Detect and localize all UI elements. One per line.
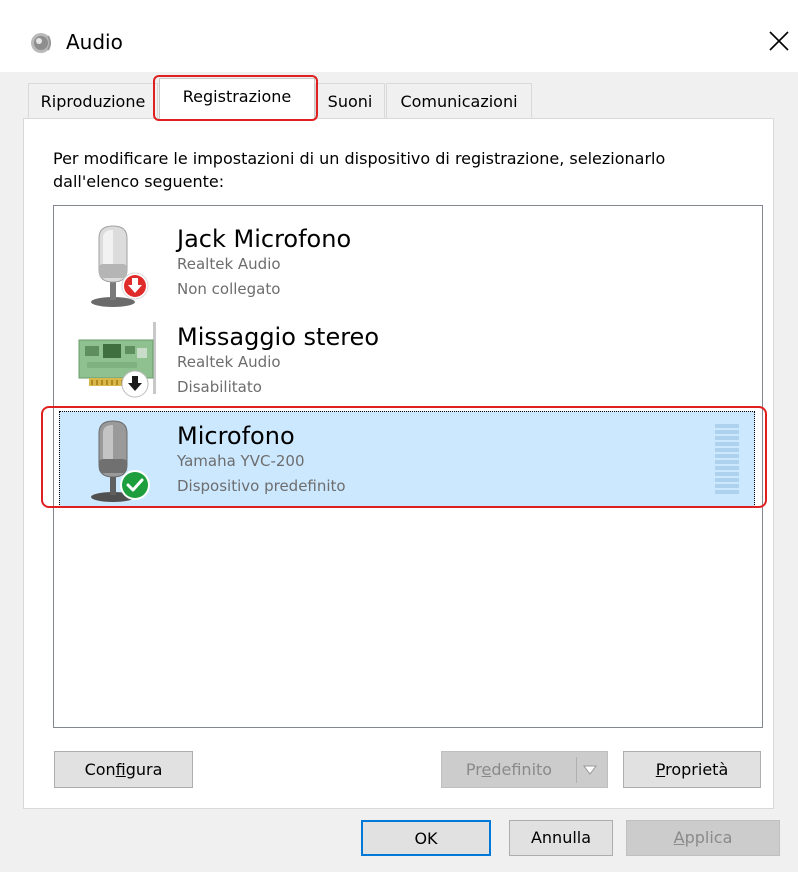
tab-riproduzione[interactable]: Riproduzione	[28, 83, 158, 119]
applica-button[interactable]: Applica	[626, 820, 780, 856]
close-icon	[769, 31, 789, 51]
instruction-text: Per modificare le impostazioni di un dis…	[53, 149, 666, 191]
device-name: Jack Microfono	[177, 225, 352, 253]
predefinito-split-button[interactable]: Predefinito	[441, 751, 608, 788]
device-item-jack-microfono[interactable]: Jack Microfono Realtek Audio Non collega…	[55, 214, 761, 310]
configura-button[interactable]: Configura	[54, 751, 193, 788]
annulla-button[interactable]: Annulla	[509, 820, 613, 856]
device-driver: Realtek Audio	[177, 255, 281, 273]
device-status: Disabilitato	[177, 378, 262, 396]
tab-highlight-box	[153, 75, 318, 121]
device-status: Non collegato	[177, 280, 281, 298]
close-button[interactable]	[760, 22, 798, 60]
device-highlight-box	[41, 406, 767, 508]
window-title: Audio	[66, 30, 123, 54]
chevron-down-icon[interactable]	[580, 762, 600, 778]
speaker-icon	[28, 30, 54, 56]
black-down-arrow-icon	[121, 370, 149, 398]
ok-button[interactable]: OK	[361, 820, 491, 856]
proprieta-button[interactable]: Proprietà	[623, 751, 761, 788]
predefinito-label: Predefinito	[465, 760, 553, 779]
red-down-arrow-icon	[121, 272, 149, 300]
device-driver: Realtek Audio	[177, 353, 281, 371]
tab-suoni[interactable]: Suoni	[315, 83, 385, 119]
split-divider	[576, 757, 577, 783]
tab-comunicazioni[interactable]: Comunicazioni	[386, 83, 532, 119]
device-item-missaggio-stereo[interactable]: Missaggio stereo Realtek Audio Disabilit…	[55, 312, 761, 408]
device-name: Missaggio stereo	[177, 323, 380, 351]
